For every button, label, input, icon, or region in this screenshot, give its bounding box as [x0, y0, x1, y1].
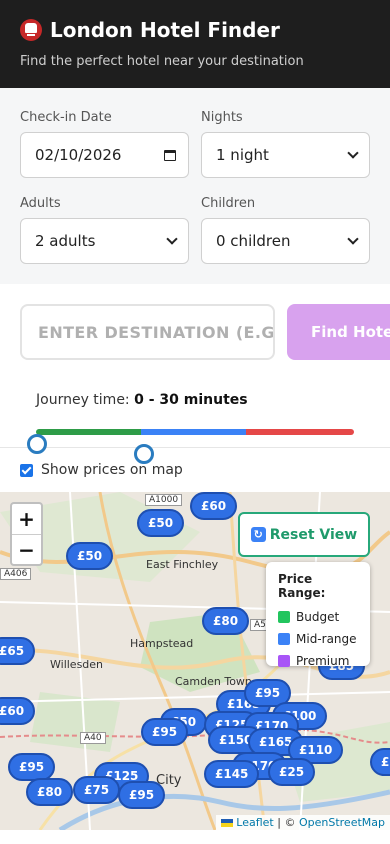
children-select[interactable]: 0 children [201, 218, 370, 264]
attribution-separator: | [277, 816, 281, 829]
nights-select[interactable]: 1 night [201, 132, 370, 178]
place-label: Willesden [50, 658, 104, 671]
legend-label: Premium [296, 654, 350, 668]
calendar-icon[interactable] [164, 149, 176, 161]
checkin-field: Check-in Date 02/10/2026 [20, 110, 189, 178]
hotel-price-marker[interactable]: £60 [190, 492, 238, 520]
legend-swatch [278, 633, 290, 645]
children-field: Children 0 children [201, 196, 370, 264]
zoom-in-button[interactable]: + [12, 504, 41, 534]
children-value: 0 children [216, 232, 291, 250]
show-prices-label[interactable]: Show prices on map [41, 462, 183, 478]
adults-value: 2 adults [35, 232, 96, 250]
legend-swatch [278, 655, 290, 667]
journey-label: Journey time: [36, 392, 130, 408]
hotel-price-marker[interactable]: £80 [202, 607, 250, 635]
hotel-price-marker[interactable]: £95 [8, 753, 56, 781]
attribution-copyright: © [284, 816, 296, 829]
legend-item-budget: Budget [278, 608, 358, 626]
hotel-price-marker[interactable]: £25 [268, 758, 316, 786]
price-legend: Price Range: Budget Mid-range Premium [266, 562, 370, 668]
hotel-price-marker[interactable]: £65 [370, 748, 390, 776]
place-label: East Finchley [146, 558, 219, 571]
find-hotels-button[interactable]: Find Hotels [287, 304, 390, 360]
leaflet-link[interactable]: Leaflet [236, 816, 273, 829]
legend-label: Budget [296, 610, 340, 624]
hotel-price-marker[interactable]: £60 [0, 697, 36, 725]
journey-time-filter: Journey time: 0 - 30 minutes [0, 374, 390, 464]
hotel-price-marker[interactable]: £145 [204, 760, 260, 788]
chevron-down-icon [347, 147, 359, 159]
reset-view-label: Reset View [269, 526, 358, 543]
journey-time-text: Journey time: 0 - 30 minutes [36, 392, 354, 408]
hotel-price-marker[interactable]: £95 [118, 781, 166, 809]
page-title: London Hotel Finder [50, 18, 280, 42]
title-row: London Hotel Finder [20, 18, 370, 42]
hotel-price-marker[interactable]: £75 [73, 776, 121, 804]
zoom-control: + − [10, 502, 43, 566]
nights-label: Nights [201, 110, 243, 125]
legend-title: Price Range: [278, 572, 326, 600]
train-icon [20, 19, 42, 41]
children-label: Children [201, 196, 256, 211]
map-attribution: Leaflet | © OpenStreetMap [215, 815, 390, 830]
hotel-map[interactable]: A1000 A406 A40 A50 East Finchley Hampste… [0, 492, 390, 830]
road-tag-a406: A406 [0, 568, 32, 580]
legend-label: Mid-range [296, 632, 357, 646]
show-prices-row: Show prices on map [0, 447, 390, 492]
refresh-icon: ↻ [250, 527, 266, 542]
journey-time-slider[interactable] [27, 429, 354, 464]
chevron-down-icon [166, 233, 178, 245]
destination-placeholder: ENTER DESTINATION (E.G. [38, 322, 275, 342]
page-subtitle: Find the perfect hotel near your destina… [20, 54, 304, 69]
slider-max-handle[interactable] [134, 444, 154, 464]
hotel-price-marker[interactable]: £50 [66, 542, 114, 570]
app-header: London Hotel Finder Find the perfect hot… [0, 0, 390, 88]
form-row-dates: Check-in Date 02/10/2026 Nights 1 night [20, 110, 370, 178]
nights-value: 1 night [216, 146, 269, 164]
openstreetmap-link[interactable]: OpenStreetMap [299, 816, 385, 829]
reset-view-button[interactable]: ↻ Reset View [238, 512, 370, 557]
checkin-value: 02/10/2026 [35, 146, 122, 164]
destination-input[interactable]: ENTER DESTINATION (E.G. [20, 304, 275, 360]
checkin-label: Check-in Date [20, 110, 112, 125]
road-tag-a1000: A1000 [145, 494, 183, 506]
form-row-guests: Adults 2 adults Children 0 children [20, 196, 370, 264]
place-label: Camden Town [175, 675, 252, 688]
legend-item-premium: Premium [278, 652, 358, 670]
hotel-price-marker[interactable]: £65 [0, 637, 36, 665]
show-prices-checkbox[interactable] [20, 463, 33, 477]
ukraine-flag-icon [220, 819, 233, 827]
hotel-price-marker[interactable]: £95 [141, 718, 189, 746]
road-tag-a40: A40 [80, 732, 106, 744]
checkin-date-input[interactable]: 02/10/2026 [20, 132, 189, 178]
hotel-price-marker[interactable]: £50 [137, 509, 185, 537]
legend-item-mid-range: Mid-range [278, 630, 358, 648]
legend-swatch [278, 611, 290, 623]
destination-search-row: ENTER DESTINATION (E.G. Find Hotels [0, 284, 390, 374]
adults-field: Adults 2 adults [20, 196, 189, 264]
slider-min-handle[interactable] [27, 434, 47, 454]
nights-field: Nights 1 night [201, 110, 370, 178]
place-label: Hampstead [130, 637, 194, 650]
hotel-price-marker[interactable]: £80 [26, 778, 74, 806]
search-form: Check-in Date 02/10/2026 Nights 1 night … [0, 88, 390, 284]
zoom-out-button[interactable]: − [12, 534, 41, 564]
journey-value: 0 - 30 minutes [134, 392, 248, 408]
chevron-down-icon [347, 233, 359, 245]
adults-label: Adults [20, 196, 61, 211]
adults-select[interactable]: 2 adults [20, 218, 189, 264]
